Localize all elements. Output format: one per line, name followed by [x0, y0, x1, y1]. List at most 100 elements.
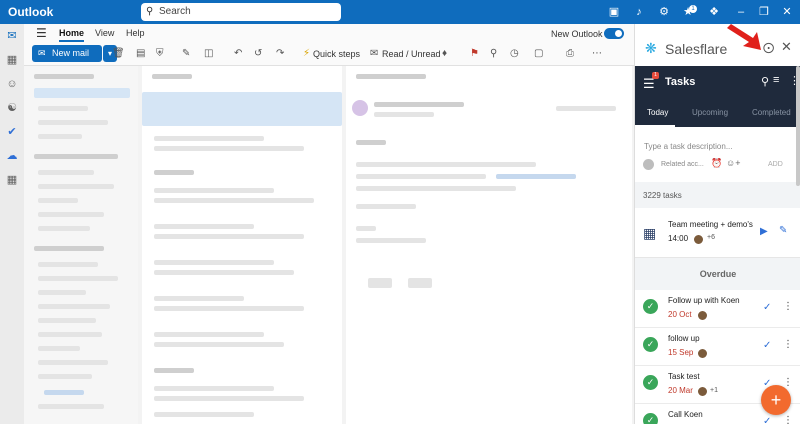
- close-panel-icon[interactable]: ✕: [781, 39, 792, 55]
- close-window-icon[interactable]: ✕: [779, 4, 795, 20]
- filter-icon[interactable]: ≡: [773, 74, 779, 86]
- alarm-icon[interactable]: ⏰: [711, 158, 722, 169]
- edit-icon[interactable]: ✎: [779, 225, 787, 236]
- snooze-icon[interactable]: ◷: [510, 48, 519, 60]
- meeting-item[interactable]: ▦ Team meeting + demo's 14:00 +6 ▶ ✎: [635, 208, 800, 258]
- new-outlook-toggle[interactable]: [604, 28, 624, 39]
- quick-steps-label[interactable]: Quick steps: [313, 48, 360, 60]
- tips-icon[interactable]: ★ 1: [680, 4, 697, 20]
- active-tab-indicator: [635, 125, 675, 127]
- check-circle-icon[interactable]: ✓: [643, 337, 658, 352]
- selected-message[interactable]: [142, 92, 342, 126]
- new-mail-button[interactable]: ✉ New mail: [32, 45, 102, 62]
- reply-icon[interactable]: ↶: [234, 48, 242, 60]
- reply-all-icon[interactable]: ↺: [254, 48, 262, 60]
- task-count: 3229 tasks: [643, 191, 682, 200]
- flag-icon[interactable]: ⚑: [470, 48, 479, 60]
- hamburger-menu-icon[interactable]: ☰: [36, 26, 47, 40]
- salesflare-nav: ☰ 1 Tasks ⚲ ≡ ⋮ Today Upcoming Completed: [635, 66, 800, 127]
- mail-compose-icon: ✉: [38, 48, 46, 58]
- search-icon: ⚲: [146, 6, 154, 17]
- gear-icon[interactable]: ⚙: [656, 4, 672, 20]
- check-circle-icon[interactable]: ✓: [643, 375, 658, 390]
- mark-done-icon[interactable]: ✓: [763, 340, 771, 351]
- avatar: [697, 348, 708, 359]
- copilot-icon[interactable]: ❖: [706, 4, 722, 20]
- mark-done-icon[interactable]: ✓: [763, 416, 771, 424]
- task-extra-assignees: +1: [710, 387, 718, 394]
- tab-view[interactable]: View: [95, 28, 114, 38]
- tag-icon[interactable]: ♦: [442, 48, 447, 60]
- add-task-button[interactable]: ADD: [768, 161, 783, 168]
- meeting-extra-attendees: +6: [707, 234, 715, 241]
- calendar-icon[interactable]: ▦: [4, 52, 20, 68]
- task-title: Task test: [668, 372, 700, 381]
- scrollbar[interactable]: [796, 66, 800, 186]
- task-item[interactable]: ✓ follow up 15 Sep ✓ ⋮: [635, 328, 800, 366]
- delete-icon[interactable]: 🗑: [112, 48, 125, 60]
- meeting-title: Team meeting + demo's: [668, 220, 753, 229]
- tips-badge: 1: [689, 5, 697, 13]
- task-due: 20 Mar: [668, 386, 693, 395]
- person-add-icon[interactable]: ☺+: [726, 158, 740, 168]
- tab-home[interactable]: Home: [59, 28, 85, 42]
- task-description-input[interactable]: Type a task description...: [644, 142, 733, 151]
- check-circle-icon[interactable]: ✓: [643, 299, 658, 314]
- ribbon: ☰ Home View Help New Outlook ✉ New mail …: [24, 24, 634, 66]
- task-item[interactable]: ✓ Follow up with Koen 20 Oct ✓ ⋮: [635, 290, 800, 328]
- salesflare-brand: Salesflare: [665, 41, 728, 57]
- move-icon[interactable]: ◫: [204, 48, 213, 60]
- read-unread-icon[interactable]: ✉: [370, 48, 378, 60]
- mail-icon[interactable]: ✉: [4, 28, 20, 44]
- folder-pane: [24, 66, 138, 424]
- pin-icon[interactable]: ⚲: [490, 48, 497, 60]
- apps-icon[interactable]: ▦: [4, 172, 20, 188]
- read-unread-label[interactable]: Read / Unread: [382, 48, 441, 60]
- search-icon[interactable]: ⚲: [761, 75, 769, 88]
- rules-icon[interactable]: ▢: [534, 48, 543, 60]
- print-icon[interactable]: ⎙: [566, 48, 574, 60]
- tab-help[interactable]: Help: [126, 28, 145, 38]
- avatar: [697, 386, 708, 397]
- mark-done-icon[interactable]: ✓: [763, 302, 771, 313]
- task-due: 15 Sep: [668, 348, 694, 357]
- search-input[interactable]: ⚲ Search: [141, 3, 341, 21]
- task-title: Follow up with Koen: [668, 296, 740, 305]
- title-bar: Outlook ⚲ Search ▣ ♪ ⚙ ★ 1 ❖ – ❐ ✕: [0, 0, 800, 24]
- sweep-icon[interactable]: ✎: [182, 48, 190, 60]
- more-options-icon[interactable]: ⋯: [592, 48, 602, 60]
- people-icon[interactable]: ☺: [4, 76, 20, 92]
- related-account-field[interactable]: Related acc...: [661, 161, 704, 168]
- sender-avatar: [352, 100, 368, 116]
- reading-pane: [346, 66, 632, 424]
- more-vert-icon[interactable]: ⋮: [783, 377, 793, 388]
- new-outlook-label: New Outlook: [551, 29, 603, 39]
- meet-now-icon[interactable]: ▣: [606, 4, 622, 20]
- more-vert-icon[interactable]: ⋮: [783, 301, 793, 312]
- report-icon[interactable]: ⛨: [156, 48, 164, 60]
- more-vert-icon[interactable]: ⋮: [783, 415, 793, 424]
- archive-icon[interactable]: ▤: [136, 48, 145, 60]
- forward-icon[interactable]: ↷: [276, 48, 284, 60]
- restore-icon[interactable]: ❐: [756, 4, 772, 20]
- bell-icon[interactable]: ♪: [631, 4, 647, 20]
- search-placeholder: Search: [159, 6, 191, 17]
- task-title: follow up: [668, 334, 700, 343]
- more-vert-icon[interactable]: ⋮: [783, 339, 793, 350]
- quick-steps-icon[interactable]: ⚡: [303, 48, 310, 60]
- groups-icon[interactable]: ☯: [4, 100, 20, 116]
- pin-icon[interactable]: ⨀: [763, 41, 774, 54]
- tab-today[interactable]: Today: [647, 108, 668, 117]
- video-icon[interactable]: ▶: [760, 226, 768, 237]
- add-fab-button[interactable]: +: [761, 385, 791, 415]
- avatar: [693, 234, 704, 245]
- menu-badge: 1: [652, 72, 659, 79]
- minimize-icon[interactable]: –: [733, 4, 749, 20]
- salesflare-header: ❋ Salesflare ⨀ ✕: [635, 24, 800, 66]
- check-circle-icon[interactable]: ✓: [643, 413, 658, 424]
- tab-completed[interactable]: Completed: [752, 108, 791, 117]
- tab-upcoming[interactable]: Upcoming: [692, 108, 728, 117]
- panel-title: Tasks: [665, 76, 696, 88]
- onedrive-icon[interactable]: ☁: [4, 148, 20, 164]
- todo-icon[interactable]: ✔: [4, 124, 20, 140]
